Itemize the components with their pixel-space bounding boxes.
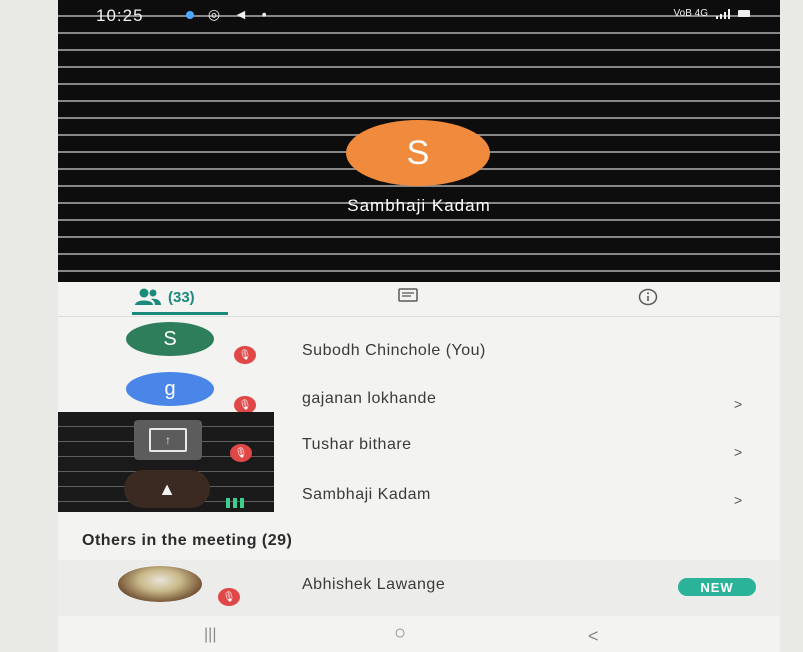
participant-row[interactable]: gajanan lokhande > — [58, 384, 780, 436]
main-video[interactable]: 10:25 ◎ ◄ • VoB 4G S Sambhaji Kadam — [58, 0, 780, 282]
new-badge: NEW — [678, 578, 756, 596]
others-section-title: Others in the meeting (29) — [82, 532, 293, 549]
network-label: VoB 4G — [673, 8, 708, 19]
participant-row[interactable]: Tushar bithare > — [58, 432, 780, 484]
recents-button[interactable]: ||| — [204, 626, 216, 644]
tab-people[interactable]: (33) — [134, 288, 195, 306]
participant-name: Abhishek Lawange — [302, 576, 446, 593]
phone-screen: 10:25 ◎ ◄ • VoB 4G S Sambhaji Kadam (33)… — [58, 0, 780, 652]
participant-name: gajanan lokhande — [302, 390, 437, 407]
chevron-right-icon: > — [734, 492, 743, 508]
mic-off-icon: 🎙 — [218, 588, 240, 606]
status-notification-icons: ◎ ◄ • — [186, 6, 277, 23]
tab-chat[interactable] — [398, 288, 418, 308]
chevron-right-icon: > — [734, 396, 743, 412]
chat-icon — [398, 288, 418, 302]
notification-dot-icon — [186, 11, 194, 19]
telegram-icon: ◄ — [234, 6, 248, 22]
dot-icon: • — [261, 6, 267, 22]
speaker-avatar: S — [346, 120, 490, 186]
status-time: 10:25 — [96, 6, 144, 25]
system-nav-bar: ||| ○ < — [58, 618, 780, 652]
participant-name: Sambhaji Kadam — [302, 486, 431, 503]
back-button[interactable]: < — [588, 626, 599, 647]
tab-divider — [58, 316, 780, 317]
battery-icon — [738, 10, 750, 17]
speaker-name: Sambhaji Kadam — [347, 196, 491, 215]
status-bar: 10:25 ◎ ◄ • VoB 4G — [58, 0, 780, 28]
signal-icon — [716, 8, 730, 19]
status-right: VoB 4G — [674, 8, 750, 19]
participant-row[interactable]: Subodh Chinchole (You) — [58, 330, 780, 382]
home-button[interactable]: ○ — [394, 622, 406, 645]
chevron-right-icon: > — [734, 444, 743, 460]
tab-active-indicator — [132, 312, 228, 315]
participant-row[interactable]: Sambhaji Kadam > — [58, 484, 780, 536]
participant-photo-avatar — [118, 566, 202, 602]
tab-info[interactable] — [638, 288, 658, 310]
participant-name: Subodh Chinchole (You) — [302, 342, 486, 359]
meeting-tabs: (33) — [58, 282, 780, 318]
info-icon — [638, 288, 658, 306]
people-icon — [135, 288, 161, 305]
participant-name: Tushar bithare — [302, 436, 412, 453]
whatsapp-icon: ◎ — [207, 6, 221, 22]
people-count: (33) — [168, 288, 195, 306]
